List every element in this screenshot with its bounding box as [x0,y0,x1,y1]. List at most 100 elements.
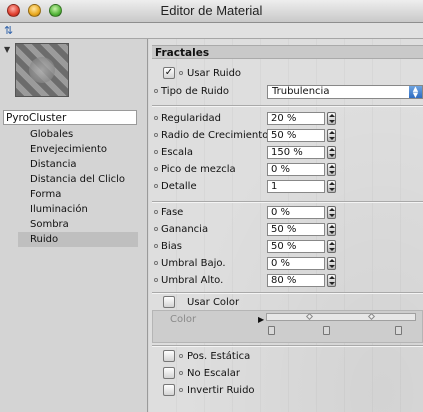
invertir-ruido-label: Invertir Ruido [187,385,255,396]
detalle-row: Detalle 1 [148,180,423,194]
radio-de-crecimiento-stepper[interactable] [327,129,336,142]
ganancia-stepper[interactable] [327,223,336,236]
nav-item-distancia-del-ciclo[interactable]: Distancia del Cliclo [18,172,138,187]
animate-bullet-icon[interactable] [179,71,183,75]
nav-item-ruido[interactable]: Ruido [18,232,138,247]
divider [152,345,423,347]
escala-row: Escala 150 % [148,146,423,160]
animate-bullet-icon[interactable] [179,388,183,392]
regularidad-stepper[interactable] [327,112,336,125]
regularidad-label: Regularidad [161,113,221,124]
detalle-label: Detalle [161,181,197,192]
umbral-alto-stepper[interactable] [327,274,336,287]
regularidad-input[interactable]: 20 % [267,112,325,125]
ganancia-input[interactable]: 50 % [267,223,325,236]
usar-ruido-label: Usar Ruido [187,68,242,79]
no-escalar-row: No Escalar [148,367,423,381]
umbral-alto-input[interactable]: 80 % [267,274,325,287]
navigate-arrows-icon[interactable]: ⇅ [4,24,13,37]
radio-de-crecimiento-row: Radio de Crecimiento 50 % [148,129,423,143]
bias-input[interactable]: 50 % [267,240,325,253]
tipo-de-ruido-dropdown[interactable]: Trubulencia ▲ ▼ [267,85,423,99]
dropdown-arrows-icon[interactable]: ▲ ▼ [409,86,422,99]
fase-stepper[interactable] [327,206,336,219]
bias-label: Bias [161,241,182,252]
escala-input[interactable]: 150 % [267,146,325,159]
animate-bullet-icon[interactable] [179,354,183,358]
animate-bullet-icon[interactable] [154,89,158,93]
toolbar: ⇅ [0,23,423,39]
usar-color-checkbox[interactable] [163,296,175,308]
gradient-knot-handle[interactable] [395,326,402,335]
nav-item-distancia[interactable]: Distancia [18,157,138,172]
usar-ruido-row: ✓ Usar Ruido [148,67,423,81]
umbral-bajo-row: Umbral Bajo. 0 % [148,257,423,271]
title-bar: Editor de Material [0,0,423,23]
nav-item-envejecimiento[interactable]: Envejecimiento [18,142,138,157]
escala-label: Escala [161,147,194,158]
nav-item-iluminacion[interactable]: Iluminación [18,202,138,217]
umbral-alto-row: Umbral Alto. 80 % [148,274,423,288]
gradient-bar[interactable] [266,312,416,321]
section-header-fractales: Fractales [152,45,423,59]
fase-input[interactable]: 0 % [267,206,325,219]
no-escalar-label: No Escalar [187,368,240,379]
object-name-field[interactable]: PyroCluster [3,110,137,125]
invertir-ruido-checkbox[interactable] [163,384,175,396]
pos-estatica-row: Pos. Estática [148,350,423,364]
expand-gradient-icon[interactable]: ▶ [258,313,264,327]
properties-panel: Fractales ✓ Usar Ruido Tipo de Ruido Tru… [148,39,423,412]
radio-de-crecimiento-input[interactable]: 50 % [267,129,325,142]
no-escalar-checkbox[interactable] [163,367,175,379]
collapse-triangle-icon[interactable]: ▼ [4,45,10,54]
animate-bullet-icon[interactable] [154,278,158,282]
nav-item-globales[interactable]: Globales [18,127,138,142]
animate-bullet-icon[interactable] [154,227,158,231]
escala-stepper[interactable] [327,146,336,159]
usar-color-row: Usar Color [148,296,423,310]
radio-de-crecimiento-label: Radio de Crecimiento [161,130,269,141]
animate-bullet-icon[interactable] [154,210,158,214]
nav-item-forma[interactable]: Forma [18,187,138,202]
detalle-input[interactable]: 1 [267,180,325,193]
pico-de-mezcla-stepper[interactable] [327,163,336,176]
fase-label: Fase [161,207,184,218]
animate-bullet-icon[interactable] [154,116,158,120]
detalle-stepper[interactable] [327,180,336,193]
umbral-alto-label: Umbral Alto. [161,275,224,286]
umbral-bajo-stepper[interactable] [327,257,336,270]
fase-row: Fase 0 % [148,206,423,220]
bias-row: Bias 50 % [148,240,423,254]
left-panel: ▼ PyroCluster Globales Envejecimiento Di… [0,39,148,412]
ganancia-label: Ganancia [161,224,209,235]
window-title: Editor de Material [160,3,263,18]
invertir-ruido-row: Invertir Ruido [148,384,423,398]
pico-de-mezcla-input[interactable]: 0 % [267,163,325,176]
nav-item-sombra[interactable]: Sombra [18,217,138,232]
tipo-de-ruido-label: Tipo de Ruido [161,86,229,97]
gradient-knot-handle[interactable] [268,326,275,335]
animate-bullet-icon[interactable] [154,167,158,171]
animate-bullet-icon[interactable] [154,133,158,137]
bias-stepper[interactable] [327,240,336,253]
animate-bullet-icon[interactable] [154,244,158,248]
animate-bullet-icon[interactable] [154,261,158,265]
pos-estatica-checkbox[interactable] [163,350,175,362]
gradient-knot-diamond[interactable] [367,312,376,321]
divider [152,201,423,203]
pico-de-mezcla-label: Pico de mezcla [161,164,236,175]
gradient-knot-handle[interactable] [323,326,330,335]
pos-estatica-label: Pos. Estática [187,351,251,362]
color-label: Color [170,314,197,325]
gradient-knot-diamond[interactable] [305,312,314,321]
animate-bullet-icon[interactable] [179,371,183,375]
umbral-bajo-input[interactable]: 0 % [267,257,325,270]
ganancia-row: Ganancia 50 % [148,223,423,237]
animate-bullet-icon[interactable] [154,184,158,188]
animate-bullet-icon[interactable] [154,150,158,154]
usar-ruido-checkbox[interactable]: ✓ [163,67,175,79]
umbral-bajo-label: Umbral Bajo. [161,258,226,269]
material-preview-thumbnail[interactable] [15,43,69,97]
tipo-de-ruido-value: Trubulencia [272,86,330,97]
pico-de-mezcla-row: Pico de mezcla 0 % [148,163,423,177]
